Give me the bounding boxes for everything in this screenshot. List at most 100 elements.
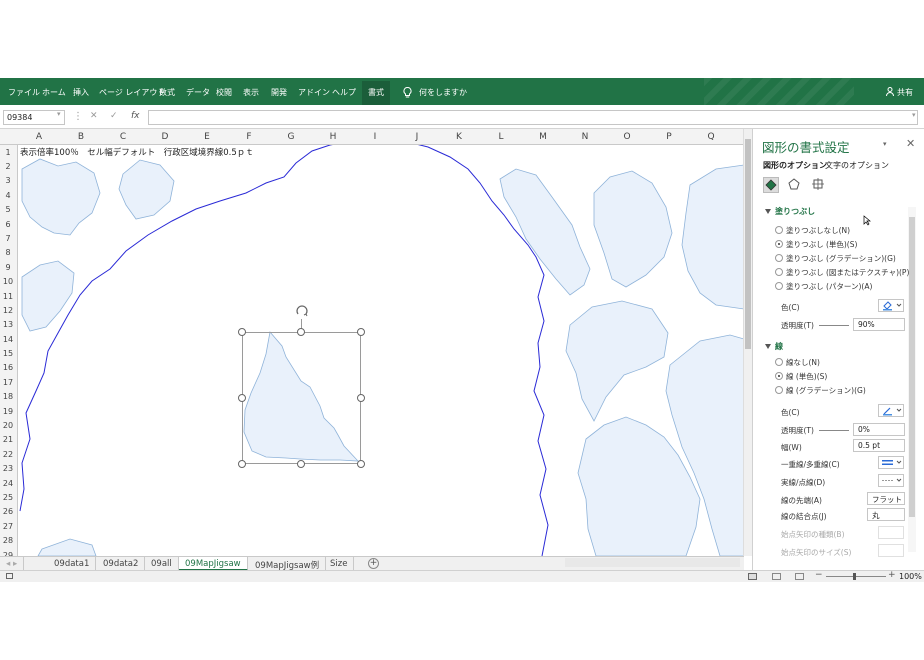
sheet-tab[interactable]: 09MapJigsaw例 (249, 557, 327, 571)
line-radio-gradient[interactable] (775, 386, 783, 394)
fill-radio-solid[interactable] (775, 240, 783, 248)
line-transparency-slider[interactable] (819, 430, 849, 431)
cell-a1-text[interactable]: 表示倍率100％ セル幅デフォルト 行政区域境界線0.5ｐｔ (20, 146, 254, 158)
tab-insert[interactable]: 挿入 (73, 87, 89, 98)
horizontal-scrollbar[interactable] (565, 558, 740, 567)
column-header[interactable]: C (102, 132, 144, 142)
line-transparency-input[interactable]: 0% (853, 423, 905, 436)
tab-review[interactable]: 校閲 (216, 87, 232, 98)
join-type-select[interactable]: 丸 (867, 508, 905, 521)
tab-formulas[interactable]: 数式 (159, 87, 175, 98)
row-header[interactable]: 10 (0, 277, 16, 286)
row-header[interactable]: 6 (0, 220, 16, 229)
macro-record-icon[interactable] (6, 573, 13, 579)
resize-handle[interactable] (297, 328, 305, 336)
collapse-arrow-icon[interactable] (765, 344, 771, 349)
enter-icon[interactable]: ✓ (110, 111, 118, 121)
add-sheet-icon[interactable]: + (368, 558, 379, 569)
fill-radio-gradient[interactable] (775, 254, 783, 262)
shape-selection-frame[interactable] (242, 332, 361, 464)
sheet-tab[interactable]: 09all (145, 557, 179, 571)
column-header[interactable]: K (438, 132, 480, 142)
row-header[interactable]: 16 (0, 363, 16, 372)
line-section-header[interactable]: 線 (775, 341, 783, 352)
row-header[interactable]: 14 (0, 335, 16, 344)
row-header[interactable]: 22 (0, 450, 16, 459)
column-header[interactable]: J (396, 132, 438, 142)
line-color-picker[interactable] (878, 404, 904, 417)
dash-type-picker[interactable] (878, 474, 904, 487)
page-layout-view-icon[interactable] (772, 573, 781, 580)
fill-line-icon[interactable] (763, 177, 779, 193)
fill-transparency-slider[interactable] (819, 325, 849, 326)
row-header[interactable]: 18 (0, 392, 16, 401)
width-input[interactable]: 0.5 pt (853, 439, 905, 452)
size-properties-icon[interactable] (811, 177, 827, 193)
row-header[interactable]: 2 (0, 162, 16, 171)
column-header[interactable]: D (144, 132, 186, 142)
fill-radio-picture[interactable] (775, 268, 783, 276)
tab-page-layout[interactable]: ページ レイアウト (99, 87, 165, 98)
cap-type-select[interactable]: フラット (867, 492, 905, 505)
sheet-tab[interactable]: Size (324, 557, 355, 571)
column-header[interactable]: L (480, 132, 522, 142)
column-header[interactable]: M (522, 132, 564, 142)
cancel-icon[interactable]: ✕ (90, 111, 98, 121)
row-header[interactable]: 7 (0, 234, 16, 243)
fill-transparency-input[interactable]: 90% (853, 318, 905, 331)
row-header[interactable]: 23 (0, 464, 16, 473)
vertical-scroll-thumb[interactable] (745, 139, 751, 349)
row-header[interactable]: 17 (0, 378, 16, 387)
pane-scroll-thumb[interactable] (909, 217, 915, 517)
rotation-handle-icon[interactable] (295, 305, 309, 319)
fill-option-label[interactable]: 塗りつぶし (単色)(S) (786, 239, 857, 250)
fill-color-picker[interactable] (878, 299, 904, 312)
row-header[interactable]: 19 (0, 407, 16, 416)
column-header[interactable]: E (186, 132, 228, 142)
insert-function-button[interactable]: fx (131, 111, 140, 121)
tab-data[interactable]: データ (186, 87, 210, 98)
row-header[interactable]: 3 (0, 176, 16, 185)
zoom-level[interactable]: 100% (899, 572, 922, 581)
column-header[interactable]: B (60, 132, 102, 142)
tell-me-search[interactable]: 何をしますか (419, 87, 467, 98)
name-box-dropdown-icon[interactable]: ▾ (57, 110, 61, 118)
sheet-tab[interactable]: 09data1 (48, 557, 97, 571)
line-radio-solid[interactable] (775, 372, 783, 380)
line-option-label[interactable]: 線なし(N) (786, 357, 820, 368)
row-header[interactable]: 1 (0, 148, 16, 157)
row-header[interactable]: 5 (0, 205, 16, 214)
sheet-scroll-arrows[interactable]: ◂ ▸ (0, 557, 25, 571)
fill-option-label[interactable]: 塗りつぶしなし(N) (786, 225, 850, 236)
row-header[interactable]: 13 (0, 320, 16, 329)
column-header[interactable]: F (228, 132, 270, 142)
column-header[interactable]: H (312, 132, 354, 142)
tab-view[interactable]: 表示 (243, 87, 259, 98)
resize-handle[interactable] (357, 394, 365, 402)
column-header[interactable]: P (648, 132, 690, 142)
zoom-out-icon[interactable]: − (815, 570, 823, 580)
share-icon[interactable] (886, 87, 894, 98)
tab-file[interactable]: ファイル (8, 87, 40, 98)
line-radio-none[interactable] (775, 358, 783, 366)
tab-addins[interactable]: アドイン (298, 87, 330, 98)
pane-options-dropdown-icon[interactable]: ▾ (883, 140, 887, 148)
fill-section-header[interactable]: 塗りつぶし (775, 206, 815, 217)
resize-handle[interactable] (297, 460, 305, 468)
row-header[interactable]: 20 (0, 421, 16, 430)
row-header[interactable]: 12 (0, 306, 16, 315)
column-header[interactable]: Q (690, 132, 732, 142)
zoom-in-icon[interactable]: + (888, 570, 896, 580)
row-header[interactable]: 15 (0, 349, 16, 358)
fill-option-label[interactable]: 塗りつぶし (図またはテクスチャ)(P) (786, 267, 909, 278)
vertical-scrollbar[interactable] (743, 129, 752, 556)
column-header[interactable]: G (270, 132, 312, 142)
row-header[interactable]: 27 (0, 522, 16, 531)
fill-option-label[interactable]: 塗りつぶし (パターン)(A) (786, 281, 872, 292)
formula-input[interactable] (148, 110, 918, 125)
collapse-arrow-icon[interactable] (765, 209, 771, 214)
tab-home[interactable]: ホーム (42, 87, 66, 98)
row-header[interactable]: 21 (0, 435, 16, 444)
worksheet-grid[interactable]: A B C D E F G H I J K L M N O P Q 1 2 3 … (0, 129, 744, 556)
fill-radio-pattern[interactable] (775, 282, 783, 290)
